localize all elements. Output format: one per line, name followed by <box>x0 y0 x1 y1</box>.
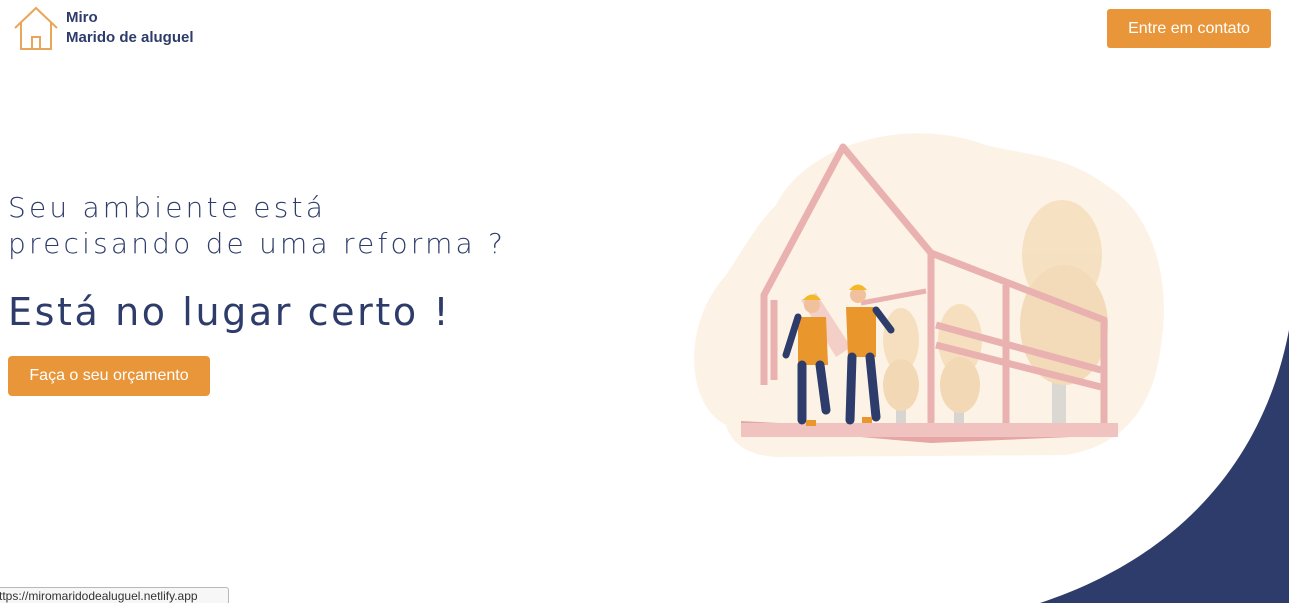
quote-button[interactable]: Faça o seu orçamento <box>8 356 210 396</box>
contact-button[interactable]: Entre em contato <box>1107 9 1271 48</box>
logo-line-brand: Miro <box>66 9 98 26</box>
logo-line-tagline: Marido de aluguel <box>66 29 194 46</box>
hero-subtitle: Seu ambiente está precisando de uma refo… <box>8 190 506 262</box>
page: Miro Marido de aluguel Entre em contato … <box>0 0 1289 603</box>
logo-text: Miro Marido de aluguel <box>66 8 194 48</box>
browser-status-url: ttps://miromaridodealuguel.netlify.app <box>0 587 229 603</box>
hero-subtitle-line1: Seu ambiente está <box>8 191 327 224</box>
hero-subtitle-line2: precisando de uma reforma ? <box>8 227 507 260</box>
logo-link[interactable]: Miro Marido de aluguel <box>12 5 194 51</box>
hero-title: Está no lugar certo ! <box>8 290 452 334</box>
house-logo-icon <box>14 6 58 50</box>
construction-illustration <box>694 133 1164 457</box>
